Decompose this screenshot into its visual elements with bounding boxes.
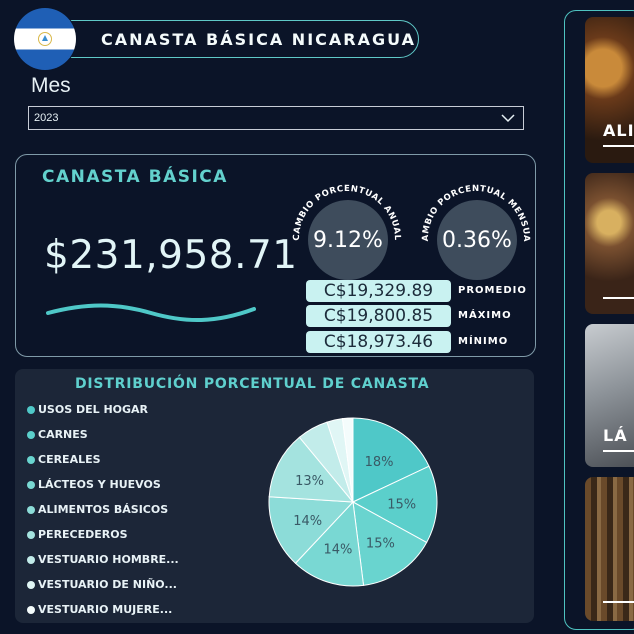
distribution-pie-chart: 18% 15% 15% 14%14% 13% — [268, 417, 438, 587]
canasta-total-value: $231,958.71 — [44, 233, 298, 278]
nicaragua-flag-icon — [14, 8, 76, 70]
caption-underline — [603, 297, 634, 299]
month-dropdown[interactable]: 2023 — [28, 106, 524, 130]
canasta-card: CANASTA BÁSICA $231,958.71 CAMBIO PORCEN… — [15, 154, 536, 357]
legend-item[interactable]: VESTUARIO DE NIÑO... — [27, 572, 179, 597]
pie-legend: USOS DEL HOGAR CARNES CEREALES LÁCTEOS Y HU… — [27, 397, 179, 622]
chevron-down-icon — [501, 114, 515, 123]
monthly-change-gauge: CAMBIO PORCENTUAL MENSUAL 0.36% — [418, 167, 534, 280]
legend-dot-icon — [27, 480, 35, 489]
legend-dot-icon — [27, 430, 35, 439]
legend-item[interactable]: PERECEDEROS — [27, 522, 179, 547]
legend-label: VESTUARIO MUJERE... — [38, 603, 173, 616]
legend-item[interactable]: CEREALES — [27, 447, 179, 472]
legend-dot-icon — [27, 505, 35, 514]
legend-dot-icon — [27, 605, 35, 614]
monthly-change-value: 0.36% — [437, 200, 517, 280]
pie-data-label: 15% — [387, 498, 416, 513]
pie-data-label: 15% — [366, 536, 395, 551]
page-title-text: CANASTA BÁSICA NICARAGUA — [101, 29, 416, 49]
legend-item[interactable]: LÁCTEOS Y HUEVOS — [27, 472, 179, 497]
canasta-title: CANASTA BÁSICA — [42, 167, 228, 187]
dairy-photo[interactable]: LÁ — [585, 324, 634, 467]
legend-label: CEREALES — [38, 453, 101, 466]
pie-data-label: 13% — [295, 474, 324, 489]
legend-label: LÁCTEOS Y HUEVOS — [38, 478, 161, 491]
month-filter-label: Mes — [31, 74, 71, 97]
legend-dot-icon — [27, 455, 35, 464]
legend-label: VESTUARIO HOMBRE... — [38, 553, 179, 566]
legend-label: ALIMENTOS BÁSICOS — [38, 503, 169, 516]
legend-dot-icon — [27, 555, 35, 564]
stat-label: MÁXIMO — [458, 310, 512, 321]
legend-dot-icon — [27, 405, 35, 414]
legend-dot-icon — [27, 580, 35, 589]
vegetables-photo[interactable] — [585, 173, 634, 314]
legend-item[interactable]: VESTUARIO MUJERE... — [27, 597, 179, 622]
stat-row-promedio: C$19,329.89 PROMEDIO — [306, 280, 526, 302]
pie-data-label: 18% — [365, 455, 394, 470]
annual-change-value: 9.12% — [308, 200, 388, 280]
legend-item[interactable]: VESTUARIO HOMBRE... — [27, 547, 179, 572]
caption-underline — [603, 450, 634, 452]
page-title: CANASTA BÁSICA NICARAGUA — [50, 20, 419, 58]
flag-emblem-icon — [38, 32, 52, 46]
food-photo-caption: ALI — [603, 121, 634, 140]
stat-row-maximo: C$19,800.85 MÁXIMO — [306, 305, 526, 327]
legend-item[interactable]: CARNES — [27, 422, 179, 447]
wave-decoration-icon — [46, 303, 256, 323]
stat-value: C$19,800.85 — [306, 305, 451, 327]
stat-label: PROMEDIO — [458, 285, 527, 296]
stat-value: C$18,973.46 — [306, 331, 451, 353]
legend-item[interactable]: USOS DEL HOGAR — [27, 397, 179, 422]
legend-label: VESTUARIO DE NIÑO... — [38, 578, 177, 591]
stat-row-minimo: C$18,973.46 MÍNIMO — [306, 331, 526, 353]
clothing-photo[interactable] — [585, 477, 634, 621]
annual-change-gauge: CAMBIO PORCENTUAL ANUAL 9.12% — [289, 167, 405, 280]
distribution-title: DISTRIBUCIÓN PORCENTUAL DE CANASTA — [75, 376, 430, 392]
legend-label: PERECEDEROS — [38, 528, 128, 541]
food-photo[interactable]: ALI — [585, 17, 634, 163]
dairy-photo-caption: LÁ — [603, 426, 628, 445]
legend-label: USOS DEL HOGAR — [38, 403, 149, 416]
legend-item[interactable]: ALIMENTOS BÁSICOS — [27, 497, 179, 522]
caption-underline — [603, 601, 634, 603]
stat-label: MÍNIMO — [458, 336, 509, 347]
legend-label: CARNES — [38, 428, 88, 441]
stat-value: C$19,329.89 — [306, 280, 451, 302]
pie-data-label: 14% — [293, 514, 322, 529]
month-dropdown-value: 2023 — [34, 112, 59, 124]
caption-underline — [603, 145, 634, 147]
pie-data-label: 14% — [323, 542, 352, 557]
legend-dot-icon — [27, 530, 35, 539]
distribution-card: DISTRIBUCIÓN PORCENTUAL DE CANASTA USOS … — [15, 369, 534, 623]
category-images-panel: ALI LÁ — [564, 10, 634, 630]
